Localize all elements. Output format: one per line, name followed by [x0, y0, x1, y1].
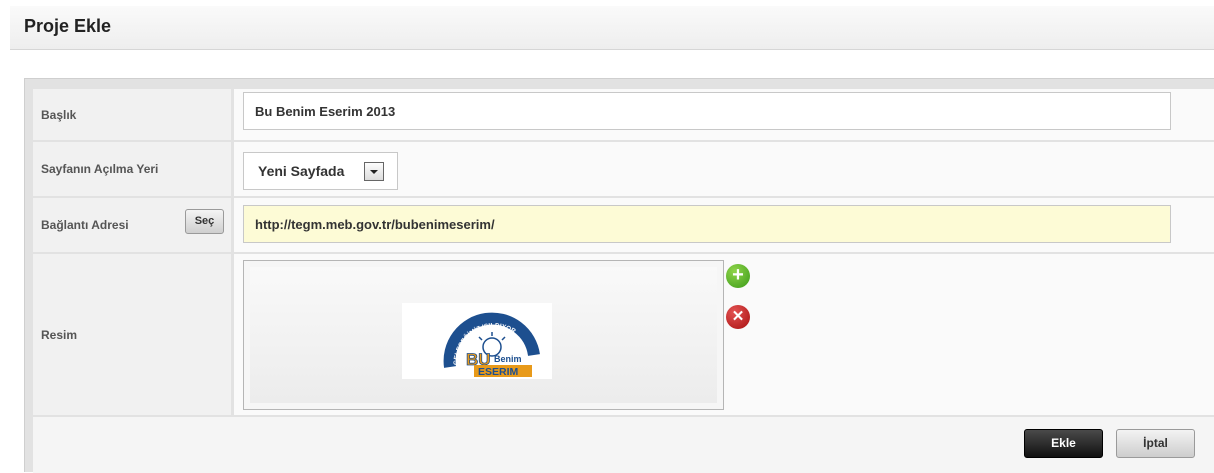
baglanti-value-cell: [234, 198, 1214, 252]
bu-benim-eserim-logo: GELECEĞİMİZ IŞILDIYOR BU Benim ESERIM: [402, 303, 552, 379]
resim-label-cell: Resim: [33, 254, 231, 415]
baslik-label: Başlık: [41, 107, 77, 122]
acilma-yeri-value-cell: Yeni Sayfada: [234, 142, 1214, 196]
page-title: Proje Ekle: [24, 16, 112, 36]
baglanti-input[interactable]: [243, 205, 1171, 243]
acilma-yeri-select[interactable]: Yeni Sayfada: [243, 152, 398, 190]
row-acilma-yeri: Sayfanın Açılma Yeri Yeni Sayfada: [33, 142, 1214, 196]
image-preview-inner: GELECEĞİMİZ IŞILDIYOR BU Benim ESERIM: [250, 267, 717, 403]
x-circle-icon[interactable]: ✕: [726, 305, 750, 329]
row-resim: Resim GELECEĞİMİZ IŞILDIYOR BU Benim ESE…: [33, 254, 1214, 415]
acilma-yeri-label-cell: Sayfanın Açılma Yeri: [33, 142, 231, 196]
resim-value-cell: GELECEĞİMİZ IŞILDIYOR BU Benim ESERIM + …: [234, 254, 1214, 415]
image-preview: GELECEĞİMİZ IŞILDIYOR BU Benim ESERIM: [243, 260, 724, 410]
page-header: Proje Ekle: [10, 6, 1214, 50]
logo-word-eserim: ESERIM: [478, 366, 519, 378]
acilma-yeri-selected: Yeni Sayfada: [258, 163, 345, 179]
baslik-value-cell: [234, 89, 1214, 140]
baglanti-label: Bağlantı Adresi: [41, 218, 129, 232]
form-footer: Ekle İptal: [33, 417, 1214, 473]
select-link-button[interactable]: Seç: [185, 209, 224, 234]
dropdown-arrow-icon[interactable]: [364, 162, 384, 181]
add-button[interactable]: Ekle: [1024, 429, 1103, 458]
resim-label: Resim: [41, 327, 78, 342]
logo-graphic: GELECEĞİMİZ IŞILDIYOR BU Benim ESERIM: [443, 312, 540, 378]
row-baslik: Başlık: [33, 89, 1214, 140]
form-panel: Başlık Sayfanın Açılma Yeri Yeni Sayfada…: [24, 78, 1214, 473]
baslik-input[interactable]: [243, 92, 1171, 130]
logo-word-benim: Benim: [494, 354, 522, 364]
plus-circle-icon[interactable]: +: [726, 264, 750, 288]
acilma-yeri-label: Sayfanın Açılma Yeri: [41, 162, 159, 176]
baglanti-label-cell: Bağlantı Adresi Seç: [33, 198, 231, 252]
baslik-label-cell: Başlık: [33, 89, 231, 140]
cancel-button[interactable]: İptal: [1116, 429, 1195, 458]
row-baglanti: Bağlantı Adresi Seç: [33, 198, 1214, 252]
